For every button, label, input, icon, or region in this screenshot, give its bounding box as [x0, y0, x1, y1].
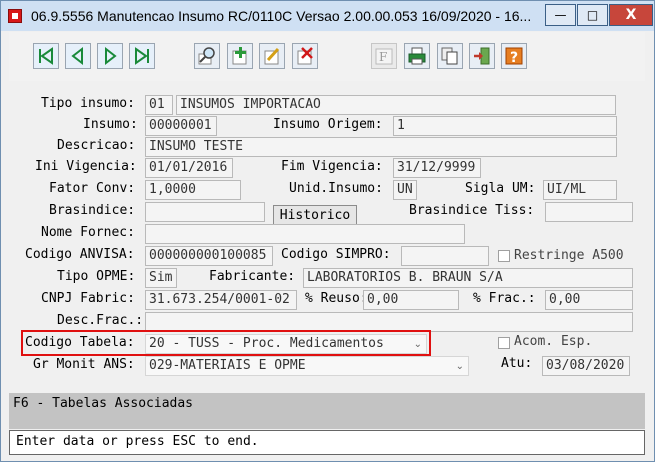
- codigo-tabela-label: Codigo Tabela:: [25, 335, 135, 350]
- search-icon: [198, 47, 215, 65]
- add-icon: [232, 47, 247, 65]
- tipo-insumo-code-field[interactable]: 01: [145, 95, 173, 115]
- next-record-icon: [105, 46, 117, 66]
- ini-vigencia-field[interactable]: 01/01/2016: [145, 158, 233, 178]
- fator-conv-label: Fator Conv:: [49, 181, 136, 196]
- insumo-field[interactable]: 00000001: [145, 116, 217, 136]
- fim-vigencia-label: Fim Vigencia:: [281, 159, 383, 174]
- first-record-button[interactable]: [33, 43, 59, 69]
- sigla-um-label: Sigla UM:: [465, 181, 536, 196]
- restringe-a500-checkbox[interactable]: [498, 250, 510, 262]
- previous-record-icon: [71, 46, 83, 66]
- window-title: 06.9.5556 Manutencao Insumo RC/0110C Ver…: [31, 8, 532, 24]
- historico-button[interactable]: Historico: [273, 205, 357, 226]
- gr-monit-ans-value: 029-MATERIAIS E OPME: [149, 358, 306, 373]
- atu-field[interactable]: 03/08/2020: [542, 356, 630, 376]
- status-message: Enter data or press ESC to end.: [16, 434, 259, 449]
- next-record-button[interactable]: [97, 43, 123, 69]
- help-button[interactable]: ?: [501, 43, 527, 69]
- minimize-button[interactable]: —: [545, 4, 576, 26]
- cnpj-fabric-field[interactable]: 31.673.254/0001-02: [145, 290, 297, 310]
- codigo-simpro-label: Codigo SIMPRO:: [281, 247, 391, 262]
- fator-conv-field[interactable]: 1,0000: [145, 180, 241, 200]
- pct-reuso-label: % Reuso:: [305, 291, 368, 306]
- print-button[interactable]: [404, 43, 430, 69]
- delete-button[interactable]: [292, 43, 318, 69]
- fabricante-field[interactable]: LABORATORIOS B. BRAUN S/A: [303, 268, 633, 288]
- unid-insumo-field[interactable]: UN: [393, 180, 417, 200]
- svg-text:?: ?: [510, 50, 518, 66]
- tipo-insumo-description-field[interactable]: INSUMOS IMPORTACAO: [176, 95, 616, 115]
- codigo-tabela-value: 20 - TUSS - Proc. Medicamentos: [149, 336, 384, 351]
- insumo-origem-label: Insumo Origem:: [273, 117, 383, 132]
- tipo-opme-label: Tipo OPME:: [57, 269, 136, 284]
- function-icon: F: [375, 48, 393, 65]
- codigo-simpro-field[interactable]: [401, 246, 489, 266]
- atu-label: Atu:: [501, 356, 533, 371]
- codigo-anvisa-field[interactable]: 000000000100085: [145, 246, 273, 266]
- fabricante-label: Fabricante:: [209, 269, 296, 284]
- last-record-icon: [135, 47, 149, 65]
- nome-fornec-field[interactable]: [145, 224, 465, 244]
- desc-frac-label: Desc.Frac.:: [57, 313, 144, 328]
- previous-record-button[interactable]: [65, 43, 91, 69]
- gr-monit-ans-dropdown[interactable]: 029-MATERIAIS E OPME ⌄: [145, 356, 469, 376]
- insumo-label: Insumo:: [83, 117, 138, 132]
- last-record-button[interactable]: [129, 43, 155, 69]
- tipo-insumo-label: Tipo insumo:: [41, 96, 135, 111]
- function-button[interactable]: F: [371, 43, 397, 69]
- brasindice-field[interactable]: [145, 202, 265, 222]
- codigo-anvisa-label: Codigo ANVISA:: [25, 247, 135, 262]
- exit-button[interactable]: [469, 43, 495, 69]
- descricao-field[interactable]: INSUMO TESTE: [145, 137, 617, 157]
- copy-button[interactable]: [437, 43, 463, 69]
- edit-icon: [264, 47, 280, 65]
- acom-esp-checkbox[interactable]: [498, 337, 510, 349]
- toolbar: F ?: [9, 32, 645, 82]
- delete-icon: [297, 47, 313, 65]
- desc-frac-field[interactable]: [145, 312, 633, 332]
- function-key-bar: F6 - Tabelas Associadas: [9, 393, 645, 429]
- search-button[interactable]: [194, 43, 220, 69]
- add-button[interactable]: [227, 43, 253, 69]
- brasindice-label: Brasindice:: [49, 203, 136, 218]
- application-window: 06.9.5556 Manutencao Insumo RC/0110C Ver…: [0, 0, 655, 462]
- pct-reuso-field[interactable]: 0,00: [363, 290, 459, 310]
- edit-button[interactable]: [259, 43, 285, 69]
- chevron-down-icon: ⌄: [413, 339, 422, 350]
- unid-insumo-label: Unid.Insumo:: [289, 181, 383, 196]
- close-button[interactable]: X: [609, 4, 653, 26]
- print-icon: [408, 47, 426, 65]
- cnpj-fabric-label: CNPJ Fabric:: [41, 291, 135, 306]
- function-key-hint: F6 - Tabelas Associadas: [13, 396, 194, 411]
- ini-vigencia-label: Ini Vigencia:: [35, 159, 137, 174]
- pct-frac-field[interactable]: 0,00: [545, 290, 633, 310]
- brasindice-tiss-field[interactable]: [545, 202, 633, 222]
- app-icon: [8, 9, 22, 23]
- pct-frac-label: % Frac.:: [473, 291, 536, 306]
- help-icon: ?: [505, 47, 523, 66]
- exit-icon: [474, 47, 490, 65]
- copy-icon: [441, 47, 458, 65]
- first-record-icon: [39, 47, 53, 65]
- fim-vigencia-field[interactable]: 31/12/9999: [393, 158, 481, 178]
- codigo-tabela-dropdown[interactable]: 20 - TUSS - Proc. Medicamentos ⌄: [145, 334, 427, 354]
- title-bar[interactable]: 06.9.5556 Manutencao Insumo RC/0110C Ver…: [1, 1, 654, 31]
- svg-text:F: F: [379, 50, 387, 64]
- message-bar: Enter data or press ESC to end.: [9, 430, 645, 455]
- sigla-um-field[interactable]: UI/ML: [543, 180, 617, 200]
- tipo-opme-field[interactable]: Sim: [145, 268, 177, 288]
- descricao-label: Descricao:: [57, 138, 136, 153]
- insumo-origem-field[interactable]: 1: [393, 116, 617, 136]
- restringe-a500-label: Restringe A500: [514, 248, 624, 263]
- chevron-down-icon: ⌄: [455, 361, 464, 372]
- nome-fornec-label: Nome Fornec:: [41, 225, 135, 240]
- maximize-button[interactable]: □: [577, 4, 608, 26]
- acom-esp-label: Acom. Esp.: [514, 334, 593, 349]
- gr-monit-ans-label: Gr Monit ANS:: [33, 357, 135, 372]
- brasindice-tiss-label: Brasindice Tiss:: [409, 203, 535, 218]
